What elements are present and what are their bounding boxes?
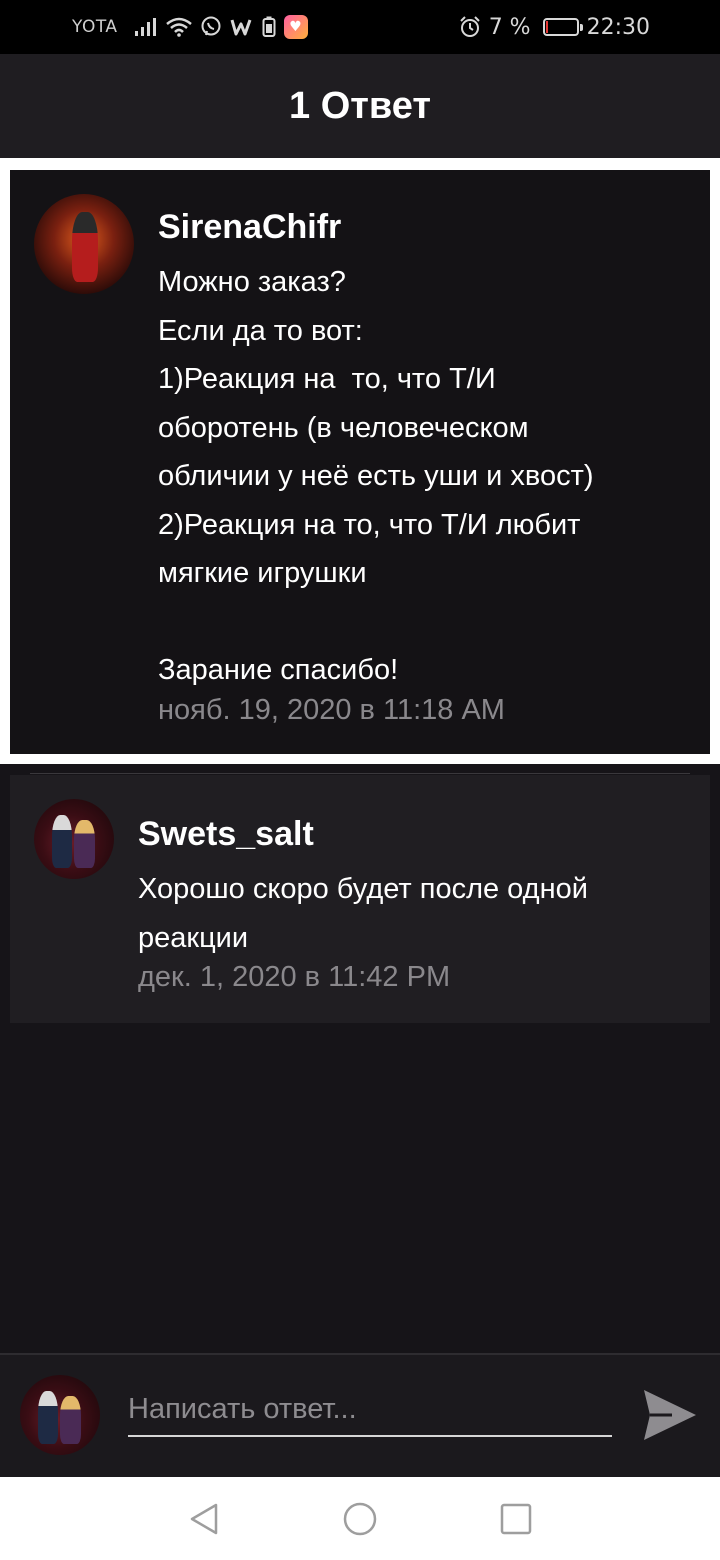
heart-app-icon: ♥ [283,15,308,39]
reply-composer [0,1353,720,1477]
clock: 22:30 [586,14,650,40]
back-icon [190,1503,218,1534]
comment-author[interactable]: SirenaChifr [158,208,341,247]
comment-timestamp: нояб. 19, 2020 в 11:18 AM [158,694,505,726]
wifi-icon [165,17,192,37]
reply-text: Хорошо скоро будет после одной реакции [138,873,588,954]
reply-comment: Swets_salt Хорошо скоро будет после одно… [10,775,710,1023]
home-icon [343,1502,377,1535]
status-left: YOTA ♥ [72,15,308,39]
avatar-figure [51,815,73,868]
signal-icon [134,17,158,37]
avatar[interactable] [34,194,134,294]
status-right: 7 % 22:30 [459,15,650,40]
viber-icon [200,16,222,38]
reply-author[interactable]: Swets_salt [138,815,314,854]
send-button[interactable] [640,1385,700,1445]
parent-comment: SirenaChifr Можно заказ? Если да то вот:… [10,170,710,754]
system-nav-bar [0,1477,720,1560]
wattpad-icon [230,17,254,37]
page-title: 1 Ответ [289,84,431,127]
back-button[interactable] [176,1491,232,1547]
send-icon [644,1390,696,1440]
avatar [20,1375,100,1455]
status-bar: YOTA ♥ 7 % 22:30 [0,0,720,54]
battery-percent: 7 % [488,14,531,40]
reply-input[interactable] [128,1383,612,1437]
home-button[interactable] [332,1491,388,1547]
avatar-figure [37,1391,59,1444]
avatar-figure [60,1395,81,1444]
recents-icon [500,1503,532,1534]
divider [30,773,690,774]
carrier-label: YOTA [72,17,118,37]
battery-saver-icon [262,16,276,38]
alarm-icon [459,16,481,38]
avatar-figure [74,819,95,868]
avatar[interactable] [34,799,114,879]
battery-level [545,21,548,33]
battery-icon [542,18,583,36]
avatar-figure [72,212,98,282]
divider [0,158,720,168]
reply-timestamp: дек. 1, 2020 в 11:42 PM [138,961,451,993]
parent-comment-card: SirenaChifr Можно заказ? Если да то вот:… [0,168,720,764]
app-header: 1 Ответ [0,54,720,158]
recents-button[interactable] [488,1491,544,1547]
comment-text: Можно заказ? Если да то вот: 1)Реакция н… [158,266,594,686]
